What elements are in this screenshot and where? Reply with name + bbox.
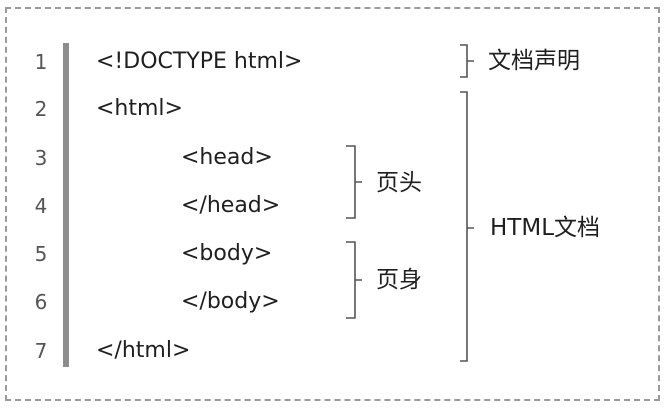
head-section-label: 页头 <box>376 170 422 196</box>
doctype-declaration-label: 文档声明 <box>488 48 580 74</box>
doctype-bracket <box>460 44 474 78</box>
html-bracket <box>460 91 474 362</box>
body-section-label: 页身 <box>376 267 422 293</box>
head-bracket <box>346 145 362 219</box>
body-bracket <box>346 241 362 319</box>
html-document-label: HTML文档 <box>490 215 601 241</box>
